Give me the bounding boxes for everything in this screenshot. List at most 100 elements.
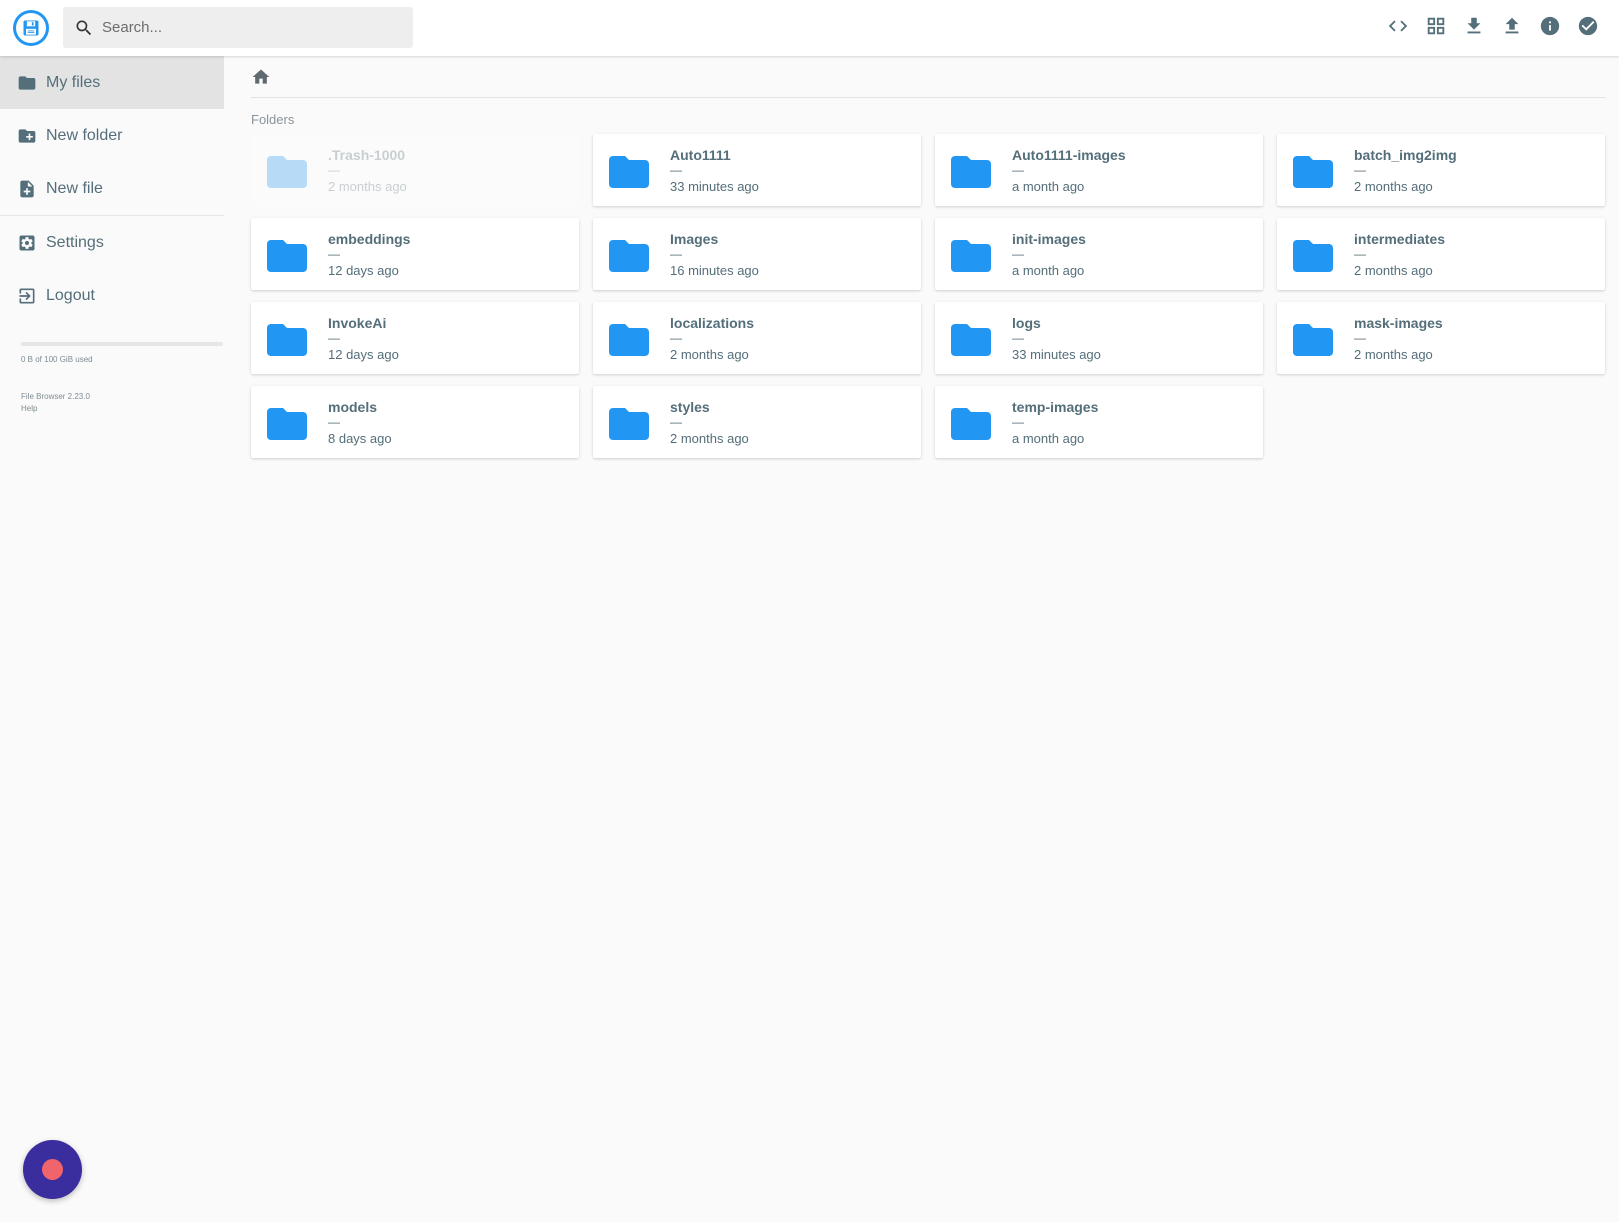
search-input[interactable]: [102, 19, 392, 36]
folder-name: models: [328, 399, 378, 415]
folder-modified: 2 months ago: [1354, 179, 1433, 194]
folder-name: embeddings: [328, 231, 411, 247]
folder-card[interactable]: intermediates — 2 months ago: [1277, 218, 1605, 290]
credits: File Browser 2.23.0 Help: [21, 391, 224, 415]
folder-info: Images — 16 minutes ago: [670, 231, 759, 278]
breadcrumb: [251, 56, 1606, 98]
floating-action-button[interactable]: [23, 1140, 82, 1199]
folder-card[interactable]: Images — 16 minutes ago: [593, 218, 921, 290]
folder-info: InvokeAi — 12 days ago: [328, 315, 399, 362]
folder-info: .Trash-1000— 2 months ago: [328, 147, 407, 194]
folder-card[interactable]: models — 8 days ago: [251, 386, 579, 458]
folder-size: —: [1354, 163, 1366, 177]
folder-name: InvokeAi: [328, 315, 387, 331]
storage-usage-bar: [21, 342, 223, 346]
folder-card[interactable]: mask-images — 2 months ago: [1277, 302, 1605, 374]
folder-name: temp-images: [1012, 399, 1099, 415]
search-icon: [74, 17, 96, 39]
check-circle-icon: [1577, 15, 1599, 42]
folder-info: init-images — a month ago: [1012, 231, 1086, 278]
folder-icon: [605, 316, 653, 364]
folder-name: mask-images: [1354, 315, 1443, 331]
sidebar-item-my-files[interactable]: My files: [0, 56, 224, 109]
folder-size: —: [1012, 415, 1024, 429]
folder-card[interactable]: Auto1111-images — a month ago: [935, 134, 1263, 206]
switch-view-button[interactable]: [1417, 9, 1455, 47]
app-logo[interactable]: [13, 10, 49, 46]
folder-icon: [263, 148, 311, 196]
home-icon[interactable]: [251, 67, 271, 87]
sidebar-item-new-file[interactable]: New file: [0, 162, 224, 215]
sidebar-item-label: Settings: [46, 233, 104, 251]
folder-info: models — 8 days ago: [328, 399, 392, 446]
folder-icon: [947, 400, 995, 448]
info-button[interactable]: [1531, 9, 1569, 47]
folder-info: localizations — 2 months ago: [670, 315, 754, 362]
sidebar-item-settings[interactable]: Settings: [0, 216, 224, 269]
folder-modified: 8 days ago: [328, 431, 392, 446]
folder-name: localizations: [670, 315, 755, 331]
upload-button[interactable]: [1493, 9, 1531, 47]
folder-card[interactable]: Auto1111— 33 minutes ago: [593, 134, 921, 206]
folder-icon: [263, 316, 311, 364]
download-button[interactable]: [1455, 9, 1493, 47]
record-dot-icon: [42, 1159, 63, 1180]
file-listing: Folders .Trash-1000—2 months ago Auto1111…: [251, 56, 1606, 458]
folder-card[interactable]: .Trash-1000— 2 months ago: [251, 134, 579, 206]
upload-icon: [1501, 15, 1523, 42]
select-multiple-button[interactable]: [1569, 9, 1607, 47]
folder-modified: 2 months ago: [328, 179, 407, 194]
folder-card[interactable]: init-images — a month ago: [935, 218, 1263, 290]
folder-card[interactable]: temp-images — a month ago: [935, 386, 1263, 458]
folder-name: .Trash-1000: [328, 147, 406, 163]
folder-size: —: [670, 415, 682, 429]
folder-name: Images: [670, 231, 719, 247]
folder-info: embeddings — 12 days ago: [328, 231, 410, 278]
folder-icon: [1289, 316, 1337, 364]
sidebar-item-new-folder[interactable]: New folder: [0, 109, 224, 162]
folder-info: styles — 2 months ago: [670, 399, 749, 446]
folder-modified: 33 minutes ago: [1012, 347, 1101, 362]
grid-view-icon: [1425, 15, 1447, 42]
folder-icon: [947, 148, 995, 196]
folder-modified: 33 minutes ago: [670, 179, 759, 194]
folder-size: —: [1012, 331, 1024, 345]
folder-grid: .Trash-1000—2 months ago Auto1111—33 minu…: [251, 134, 1606, 458]
folder-modified: 16 minutes ago: [670, 263, 759, 278]
shell-toggle-button[interactable]: [1379, 9, 1417, 47]
folder-icon: [1289, 148, 1337, 196]
folder-icon: [18, 75, 36, 90]
folder-card[interactable]: styles — 2 months ago: [593, 386, 921, 458]
folder-modified: a month ago: [1012, 179, 1085, 194]
folder-info: logs — 33 minutes ago: [1012, 315, 1101, 362]
folder-modified: 2 months ago: [1354, 263, 1433, 278]
folder-card[interactable]: logs — 33 minutes ago: [935, 302, 1263, 374]
folder-name: Auto1111: [670, 147, 731, 163]
help-link[interactable]: Help: [21, 403, 224, 415]
folder-card[interactable]: batch_img2img — 2 months ago: [1277, 134, 1605, 206]
folder-info: Auto1111-images — a month ago: [1012, 147, 1126, 194]
folder-size: —: [1012, 247, 1024, 261]
sidebar-item-logout[interactable]: Logout: [0, 269, 224, 322]
folder-icon: [1289, 232, 1337, 280]
folder-size: —: [328, 415, 340, 429]
folder-size: —: [328, 331, 340, 345]
folder-info: intermediates — 2 months ago: [1354, 231, 1445, 278]
sidebar-item-label: My files: [46, 73, 101, 91]
download-icon: [1463, 15, 1485, 42]
folder-name: intermediates: [1354, 231, 1446, 247]
folder-name: init-images: [1012, 231, 1086, 247]
logout-icon: [19, 288, 35, 303]
folder-size: —: [328, 247, 340, 261]
search-box[interactable]: [63, 7, 413, 48]
folder-icon: [263, 232, 311, 280]
folder-modified: a month ago: [1012, 431, 1085, 446]
folder-size: —: [1354, 331, 1366, 345]
sidebar-item-label: Logout: [46, 286, 95, 304]
note-add-icon: [20, 180, 34, 197]
folder-card[interactable]: localizations — 2 months ago: [593, 302, 921, 374]
folder-name: logs: [1012, 315, 1041, 331]
folder-card[interactable]: InvokeAi — 12 days ago: [251, 302, 579, 374]
folder-modified: 2 months ago: [1354, 347, 1433, 362]
folder-card[interactable]: embeddings — 12 days ago: [251, 218, 579, 290]
